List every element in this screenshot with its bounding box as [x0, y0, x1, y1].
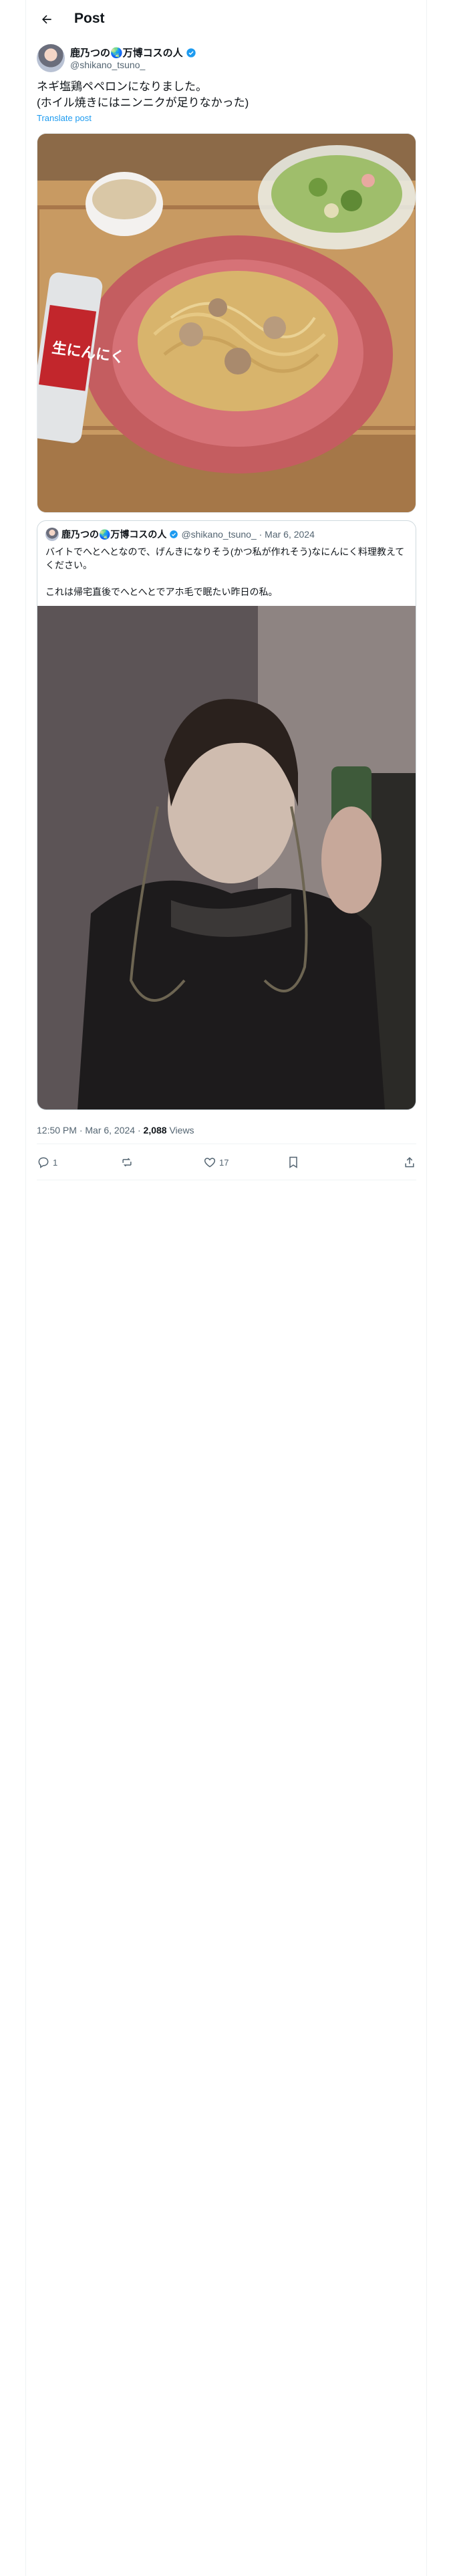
repost-button[interactable]: [120, 1156, 167, 1169]
author-name[interactable]: 鹿乃つの🌏万博コスの人: [70, 45, 183, 60]
quoted-author-name: 鹿乃つの🌏万博コスの人: [61, 529, 167, 540]
quoted-tweet-text: バイトでへとへとなので、げんきになりそう(かつ私が作れそう)なにんにく料理教えて…: [45, 546, 405, 597]
reply-count: 1: [53, 1157, 58, 1168]
quoted-tweet[interactable]: 鹿乃つの🌏万博コスの人 @shikano_tsuno_ · Mar 6, 202…: [37, 520, 416, 1110]
tweet-text: ネギ塩鶏ペペロンになりました。 (ホイル焼きにはニンニクが足りなかった): [37, 80, 249, 109]
verified-badge-icon: [186, 47, 196, 58]
quoted-meta: @shikano_tsuno_ · Mar 6, 2024: [181, 529, 315, 540]
views-label: Views: [166, 1125, 194, 1136]
like-icon: [203, 1156, 216, 1169]
bookmark-icon: [287, 1156, 300, 1169]
quoted-photo[interactable]: [37, 606, 416, 1109]
quoted-tweet-header: 鹿乃つの🌏万博コスの人 @shikano_tsuno_ · Mar 6, 202…: [45, 528, 315, 541]
avatar[interactable]: [37, 44, 65, 72]
timeline-column: Post 鹿乃つの🌏万博コスの人 @shikano_tsuno_ ネギ塩鶏ペペロ…: [25, 0, 427, 2576]
page-header: Post: [26, 0, 427, 39]
tweet-photo[interactable]: 生にんにく: [37, 133, 416, 513]
reply-button[interactable]: 1: [37, 1156, 84, 1169]
action-bar: 1 17: [37, 1149, 416, 1176]
author-name-row: 鹿乃つの🌏万博コスの人: [70, 45, 196, 60]
food-photo-image: 生にんにく: [37, 134, 416, 512]
tweet-timestamp[interactable]: 12:50 PM · Mar 6, 2024 ·: [37, 1125, 144, 1136]
verified-badge-icon: [169, 530, 178, 539]
quoted-avatar: [45, 528, 59, 541]
author-handle[interactable]: @shikano_tsuno_: [70, 60, 145, 70]
tweet-author[interactable]: 鹿乃つの🌏万博コスの人 @shikano_tsuno_: [37, 44, 411, 74]
tweet-meta: 12:50 PM · Mar 6, 2024 · 2,088 Views: [37, 1125, 194, 1136]
reply-icon: [37, 1156, 50, 1169]
views-count: 2,088: [143, 1125, 167, 1136]
translate-link[interactable]: Translate post: [37, 113, 92, 123]
repost-icon: [120, 1156, 134, 1169]
page-title: Post: [74, 11, 105, 26]
back-button[interactable]: [35, 8, 58, 31]
bookmark-button[interactable]: [287, 1156, 333, 1169]
share-button[interactable]: [369, 1156, 416, 1169]
like-button[interactable]: 17: [203, 1156, 250, 1169]
selfie-photo-image: [37, 606, 416, 1109]
like-count: 17: [219, 1157, 229, 1168]
share-icon: [403, 1156, 416, 1169]
back-arrow-icon: [40, 13, 53, 26]
